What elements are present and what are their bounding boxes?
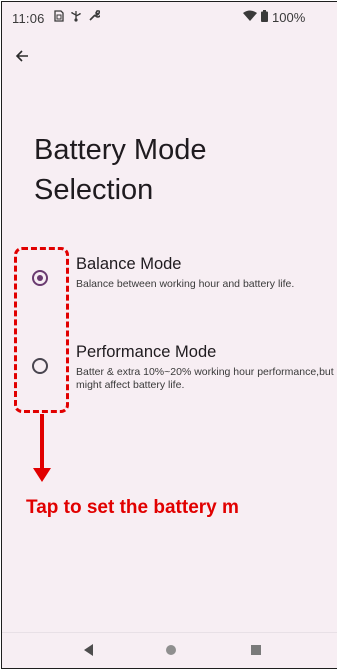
status-bar: 11:06 100%: [2, 2, 337, 34]
option-description: Batter & extra 10%~20% working hour perf…: [76, 366, 334, 391]
option-label: Balance Mode: [76, 255, 182, 273]
option-description: Balance between working hour and battery…: [76, 278, 295, 290]
status-time: 11:06: [12, 11, 45, 26]
radio-highlight-box: [14, 247, 69, 413]
status-icons-left: [54, 10, 102, 25]
battery-icon: [261, 10, 268, 25]
nav-home-icon[interactable]: [166, 645, 176, 655]
wrench-icon: [88, 10, 102, 25]
battery-percentage: 100%: [272, 10, 306, 25]
nav-back-icon[interactable]: [84, 644, 93, 656]
status-icons-right: 100%: [243, 10, 305, 25]
nav-bar-divider: [2, 632, 337, 633]
usb-icon: [70, 10, 82, 25]
annotation-arrow-head: [33, 468, 51, 482]
option-label: Performance Mode: [76, 343, 217, 361]
annotation-text: Tap to set the battery m: [26, 497, 239, 518]
sim-icon: [54, 10, 64, 25]
nav-recents-icon[interactable]: [251, 645, 261, 655]
arrow-left-icon: [15, 49, 29, 68]
back-button[interactable]: [10, 46, 34, 70]
page-title: Battery Mode Selection: [34, 134, 207, 206]
annotation-arrow-shaft: [40, 414, 44, 472]
phone-screen: 11:06 100% Battery Mode Selection Balanc…: [1, 1, 337, 669]
wifi-icon: [243, 10, 257, 25]
